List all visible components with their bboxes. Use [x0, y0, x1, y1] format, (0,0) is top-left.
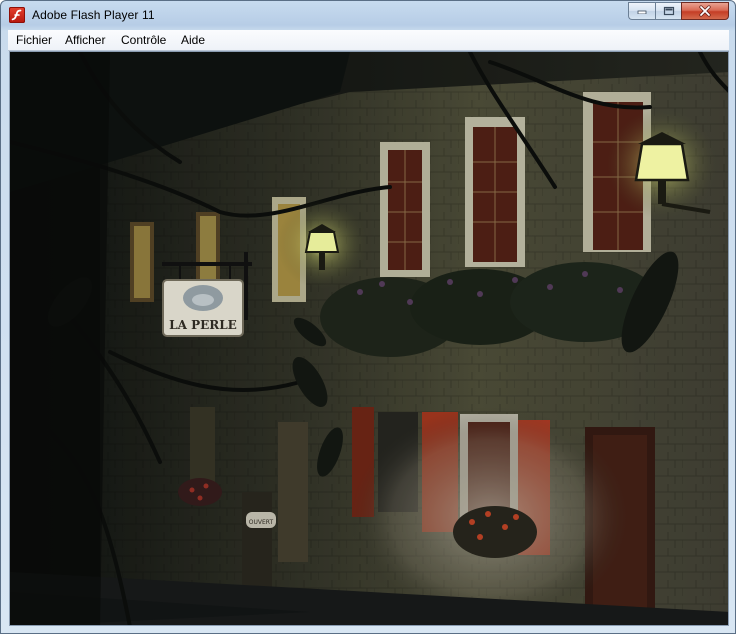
title-bar[interactable]: Adobe Flash Player 11 — [1, 1, 735, 29]
close-button[interactable] — [681, 2, 729, 20]
close-icon — [699, 5, 711, 17]
minimize-button[interactable] — [628, 2, 655, 20]
maximize-icon — [663, 6, 674, 16]
minimize-icon — [637, 10, 647, 14]
window-bottom-frame — [1, 627, 735, 633]
flash-player-window: Adobe Flash Player 11 Fichier Afficher C… — [0, 0, 736, 634]
menu-afficher[interactable]: Afficher — [65, 33, 105, 47]
menu-controle[interactable]: Contrôle — [121, 33, 166, 47]
menu-bar: Fichier Afficher Contrôle Aide — [8, 30, 729, 51]
flash-content-area[interactable]: LA PERLE OUVERT — [9, 51, 729, 626]
window-title: Adobe Flash Player 11 — [32, 8, 155, 22]
menu-fichier[interactable]: Fichier — [16, 33, 52, 47]
small-sign: OUVERT — [246, 512, 276, 528]
maximize-button[interactable] — [655, 2, 681, 20]
night-street-scene: LA PERLE OUVERT — [10, 52, 728, 625]
small-sign-text: OUVERT — [249, 519, 274, 526]
flash-player-icon — [9, 7, 25, 23]
menu-aide[interactable]: Aide — [181, 33, 205, 47]
sign-text: LA PERLE — [169, 318, 237, 332]
la-perle-sign: LA PERLE — [162, 252, 252, 337]
